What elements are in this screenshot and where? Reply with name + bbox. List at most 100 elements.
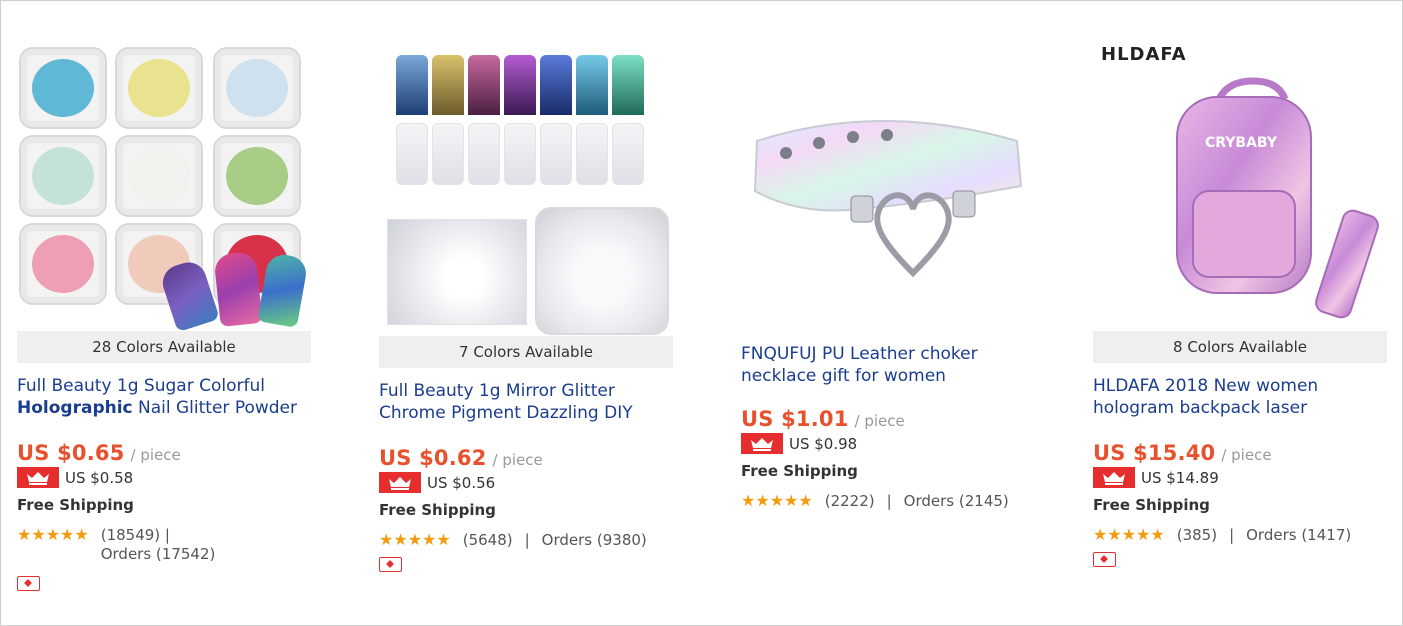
crown-badge-icon [379, 472, 421, 493]
orders-text[interactable]: Orders (1417) [1246, 526, 1351, 544]
rating-row: ★★★★★ (18549) | Orders (17542) [17, 526, 311, 564]
title-text: Full Beauty 1g Mirror Glitter [379, 381, 615, 401]
colors-available-bar: 28 Colors Available [17, 331, 311, 363]
backpack-illustration: CRYBABY [1176, 77, 1379, 319]
product-card-1[interactable]: 28 Colors Available Full Beauty 1g Sugar… [17, 41, 311, 591]
app-price-row: US $0.58 [17, 467, 311, 488]
product-grid: 28 Colors Available Full Beauty 1g Sugar… [0, 0, 1403, 626]
price-unit: / piece [492, 451, 543, 469]
reviews-text[interactable]: (5648) [463, 531, 513, 549]
rating-stars-icon: ★★★★★ [1093, 525, 1165, 544]
title-text: necklace gift for women [741, 366, 946, 386]
price-unit: / piece [130, 446, 181, 464]
powder-jar [19, 135, 107, 217]
orders-text[interactable]: Orders (9380) [542, 531, 647, 549]
colors-available-bar: 8 Colors Available [1093, 331, 1387, 363]
rating-row: ★★★★★ (385) | Orders (1417) [1093, 526, 1387, 544]
price-row: US $1.01 / piece [741, 407, 1031, 431]
chrome-nail-tip [396, 55, 428, 115]
product-image-2[interactable] [379, 41, 673, 336]
pearl-powder-photo [387, 219, 527, 325]
separator: | [164, 526, 170, 544]
pearl-nail-tip [396, 123, 428, 185]
chrome-nail-tip [612, 55, 644, 115]
price: US $0.62 [379, 446, 487, 470]
reviews-text: (18549) [100, 526, 161, 544]
crown-badge-icon [17, 467, 59, 488]
app-price-row: US $14.89 [1093, 467, 1387, 488]
free-shipping-label: Free Shipping [1093, 496, 1210, 514]
price-row: US $0.62 / piece [379, 446, 673, 470]
chrome-nail-tip [576, 55, 608, 115]
nail-sample [158, 257, 220, 331]
rating-stars-icon: ★★★★★ [379, 530, 451, 549]
price: US $15.40 [1093, 441, 1216, 465]
rating-row: ★★★★★ (2222) | Orders (2145) [741, 492, 1031, 510]
product-title-link[interactable]: Full Beauty 1g Sugar Colorful Holographi… [17, 375, 311, 419]
app-price-row: US $0.56 [379, 472, 673, 493]
colors-available-bar: 7 Colors Available [379, 336, 673, 368]
separator: | [524, 531, 530, 549]
rating-row: ★★★★★ (5648) | Orders (9380) [379, 531, 673, 549]
powder-jar [213, 47, 301, 129]
product-card-4[interactable]: HLDAFA CRYBABY 8 Colors Available HLDAFA… [1093, 41, 1387, 567]
powder-jar [19, 47, 107, 129]
price: US $1.01 [741, 407, 849, 431]
title-text: HLDAFA 2018 New women [1093, 376, 1319, 396]
title-text: hologram backpack laser [1093, 398, 1308, 418]
pearl-nail-tip [432, 123, 464, 185]
price-row: US $15.40 / piece [1093, 441, 1387, 465]
title-text: Chrome Pigment Dazzling DIY [379, 403, 633, 423]
powder-jar [115, 47, 203, 129]
price-unit: / piece [1221, 446, 1272, 464]
powder-jar [535, 207, 669, 335]
reviews-text[interactable]: (2222) [825, 492, 875, 510]
title-text: FNQUFUJ PU Leather choker [741, 344, 978, 364]
product-card-3[interactable]: FNQUFUJ PU Leather choker necklace gift … [741, 41, 1031, 510]
chrome-nail-tip [432, 55, 464, 115]
app-price: US $0.58 [65, 468, 134, 487]
chrome-nail-tip [504, 55, 536, 115]
price-row: US $0.65 / piece [17, 441, 311, 465]
app-price: US $14.89 [1141, 468, 1219, 487]
orders-text[interactable]: Orders (2145) [904, 492, 1009, 510]
product-image-1[interactable] [17, 41, 311, 331]
chrome-nail-tip [540, 55, 572, 115]
separator: | [1229, 526, 1235, 544]
app-price: US $0.98 [789, 434, 858, 453]
bag-brand-text: CRYBABY [1205, 135, 1278, 151]
product-title-link[interactable]: FNQUFUJ PU Leather choker necklace gift … [741, 343, 1031, 387]
free-shipping-label: Free Shipping [379, 501, 496, 519]
app-price-row: US $0.98 [741, 433, 1031, 454]
title-text: Full Beauty 1g Sugar Colorful [17, 376, 265, 396]
pearl-nail-tip [612, 123, 644, 185]
nail-sample [213, 251, 263, 327]
crown-badge-icon [741, 433, 783, 454]
product-title-link[interactable]: HLDAFA 2018 New women hologram backpack … [1093, 375, 1387, 419]
coupon-icon [1093, 552, 1116, 567]
price: US $0.65 [17, 441, 125, 465]
coupon-icon [379, 557, 402, 572]
orders-text: Orders (17542) [100, 545, 216, 563]
pearl-nail-tip [540, 123, 572, 185]
pearl-nail-tip [504, 123, 536, 185]
app-price: US $0.56 [427, 473, 496, 492]
product-title-link[interactable]: Full Beauty 1g Mirror Glitter Chrome Pig… [379, 380, 673, 424]
product-image-3[interactable] [741, 41, 1027, 331]
free-shipping-label: Free Shipping [17, 496, 134, 514]
crown-badge-icon [1093, 467, 1135, 488]
rating-stars-icon: ★★★★★ [741, 491, 813, 510]
pearl-nail-tip [576, 123, 608, 185]
chrome-nail-tip [468, 55, 500, 115]
free-shipping-label: Free Shipping [741, 462, 858, 480]
product-card-2[interactable]: 7 Colors Available Full Beauty 1g Mirror… [379, 41, 673, 572]
powder-jar [115, 135, 203, 217]
reviews-text[interactable]: (385) [1177, 526, 1217, 544]
title-keyword: Holographic [17, 398, 133, 418]
product-image-4[interactable]: HLDAFA CRYBABY [1093, 41, 1387, 331]
coupon-icon [17, 576, 40, 591]
pearl-nail-tip [468, 123, 500, 185]
review-count[interactable]: (18549) | Orders (17542) [101, 526, 216, 564]
title-text: Nail Glitter Powder [132, 398, 298, 418]
separator: | [886, 492, 892, 510]
